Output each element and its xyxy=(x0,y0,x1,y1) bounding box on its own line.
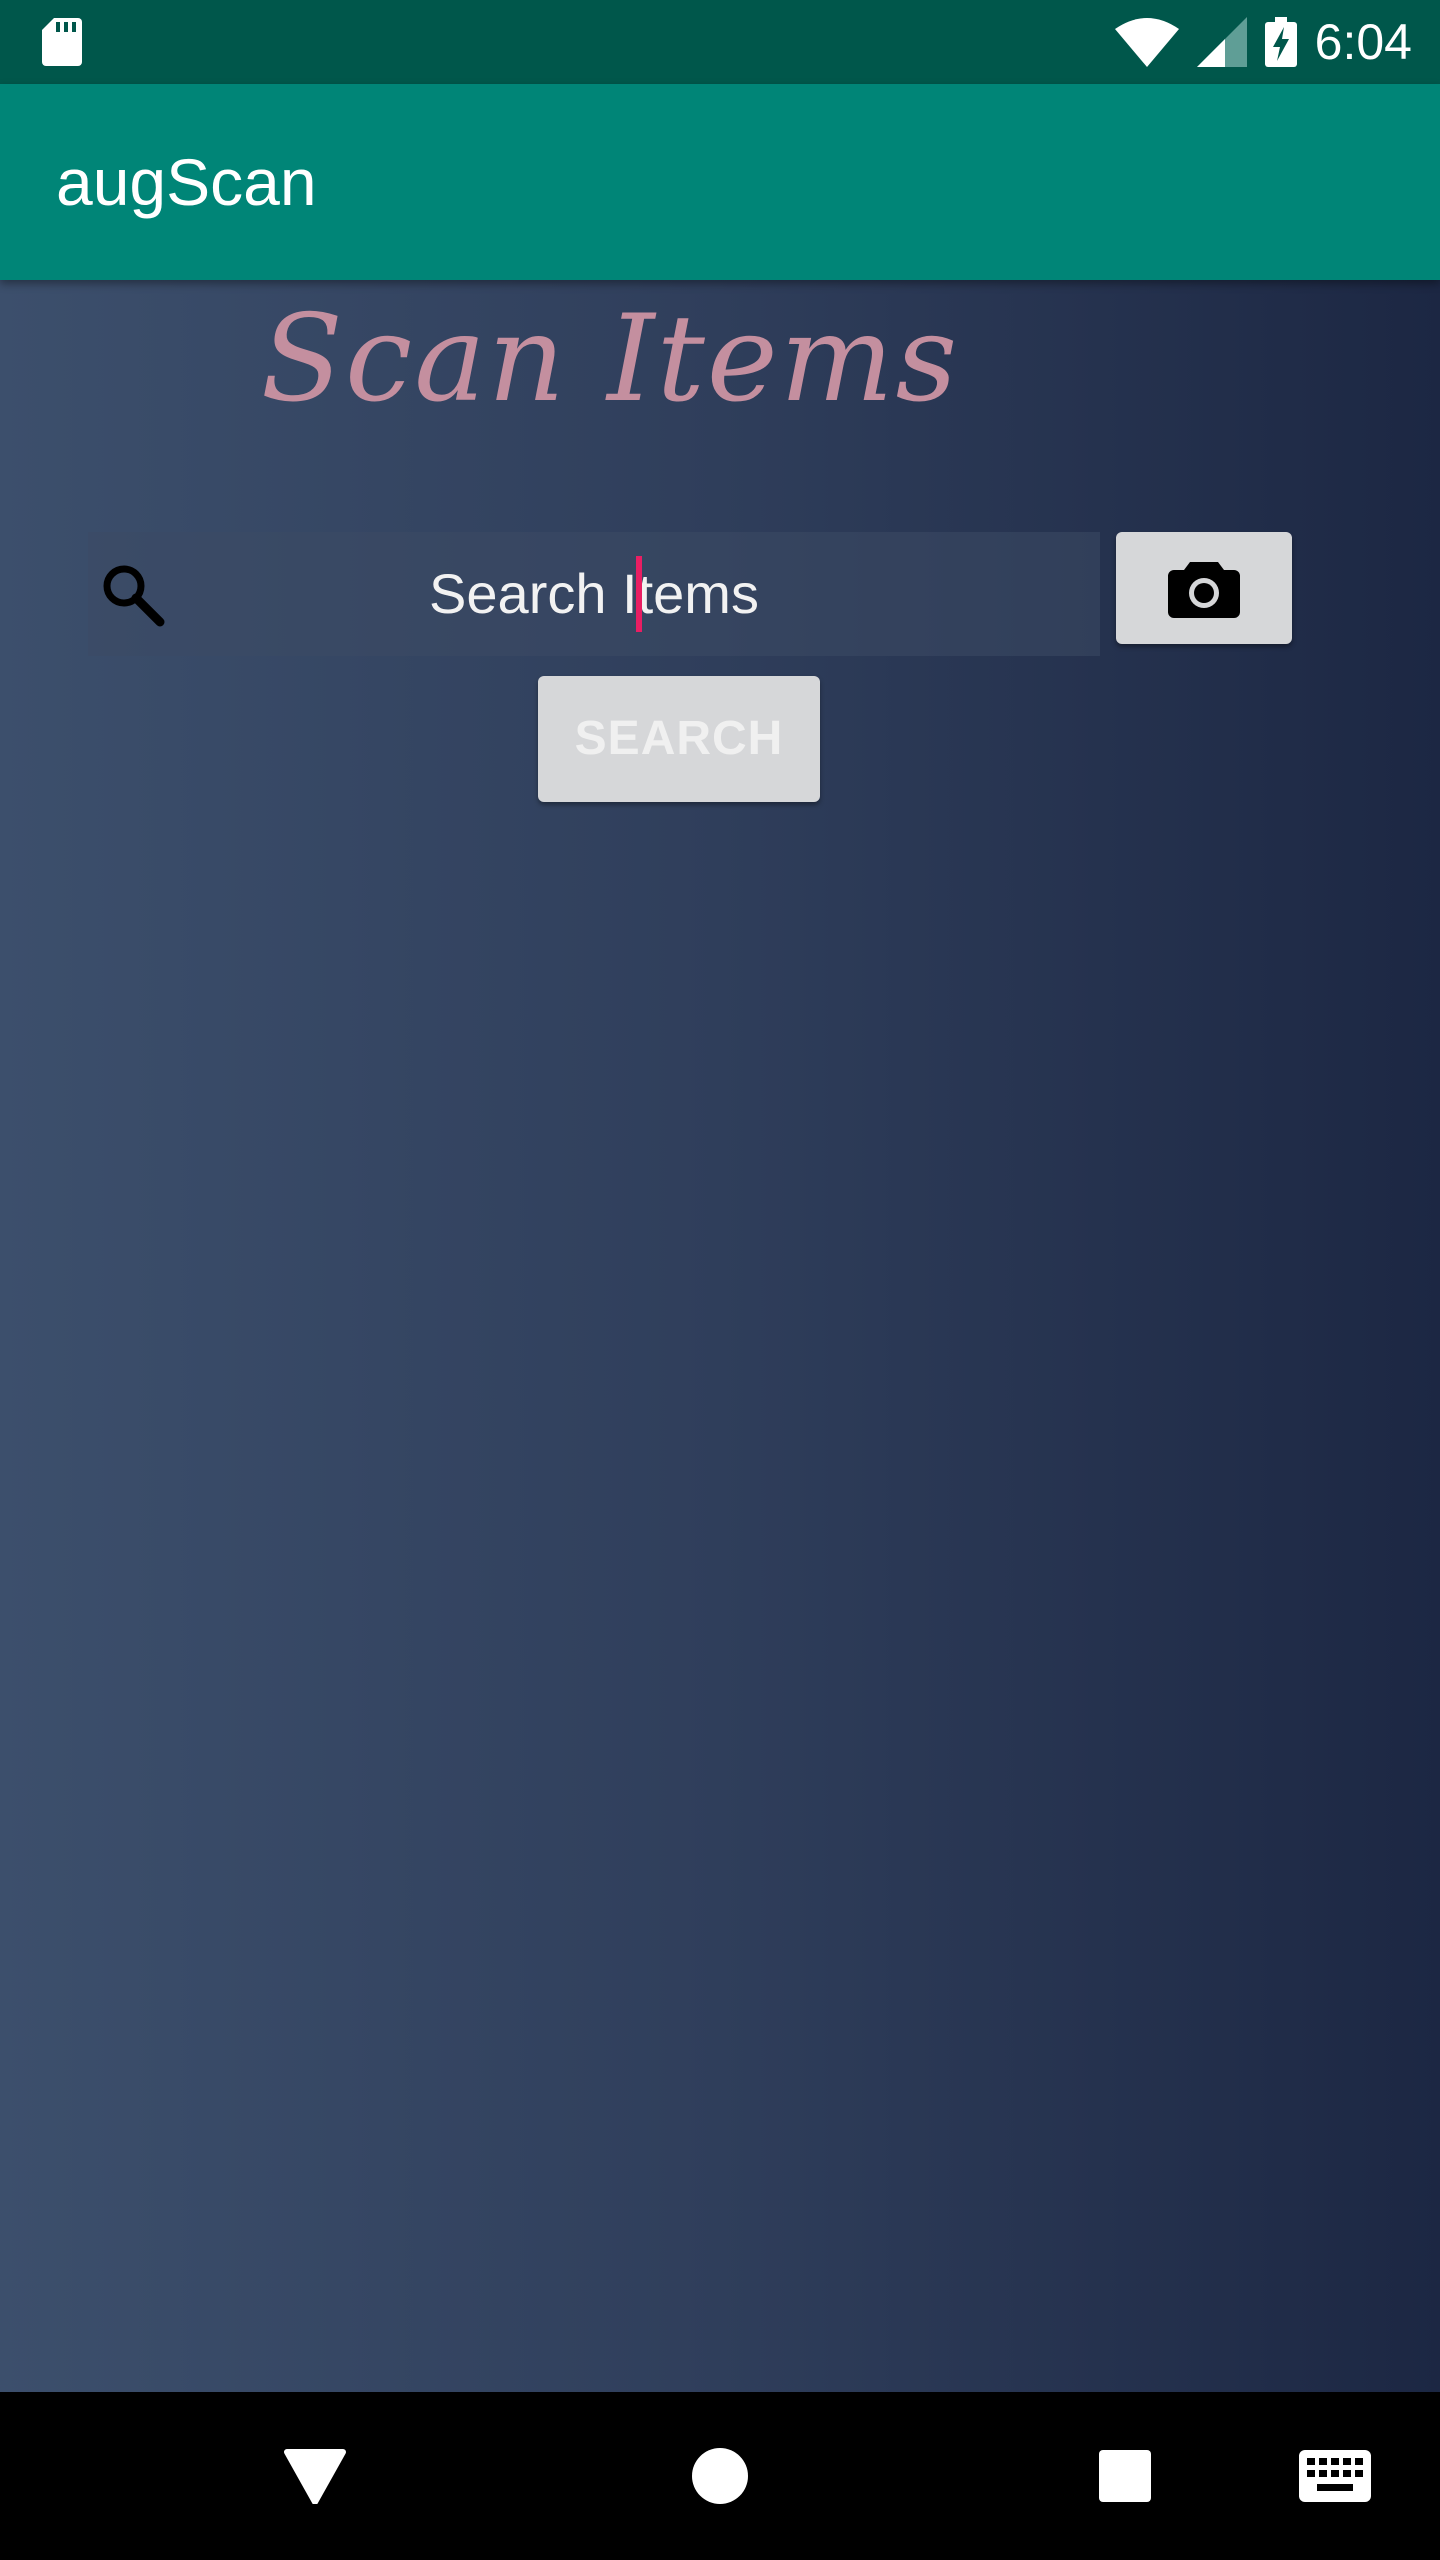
text-cursor xyxy=(636,556,642,632)
sd-card-icon xyxy=(42,18,82,66)
navigation-bar xyxy=(0,2392,1440,2560)
back-button[interactable] xyxy=(260,2392,370,2560)
battery-charging-icon xyxy=(1264,17,1297,67)
home-button[interactable] xyxy=(665,2392,775,2560)
camera-icon xyxy=(1168,562,1240,618)
search-input[interactable]: Search Items xyxy=(88,532,1100,656)
back-icon xyxy=(284,2449,346,2504)
status-bar: 6:04 xyxy=(0,0,1440,84)
camera-button[interactable] xyxy=(1116,532,1292,644)
status-time: 6:04 xyxy=(1314,14,1412,70)
search-input-text[interactable]: Search Items xyxy=(88,532,1100,656)
home-icon xyxy=(692,2448,748,2504)
recents-button[interactable] xyxy=(1070,2392,1180,2560)
keyboard-button[interactable] xyxy=(1280,2392,1390,2560)
page-heading: Scan Items xyxy=(260,290,960,429)
search-button[interactable]: SEARCH xyxy=(538,676,820,802)
signal-icon xyxy=(1196,17,1247,67)
recents-icon xyxy=(1099,2450,1151,2502)
app-bar: augScan xyxy=(0,84,1440,280)
wifi-icon xyxy=(1114,18,1179,67)
app-title: augScan xyxy=(56,145,317,219)
keyboard-icon xyxy=(1299,2450,1371,2502)
main-content: Scan Items Search Items SEARCH xyxy=(0,280,1440,2392)
